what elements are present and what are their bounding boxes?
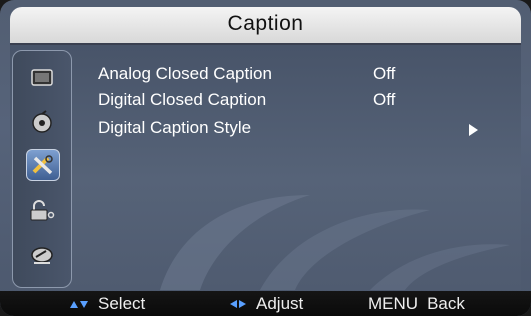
osd-window: Caption Analog Closed Caption Off Digita… bbox=[0, 0, 531, 316]
page-title: Caption bbox=[227, 12, 304, 35]
menu-item-label: Digital Caption Style bbox=[98, 118, 252, 137]
menu-item-label: Analog Closed Caption bbox=[98, 64, 272, 83]
left-right-arrows-icon bbox=[230, 300, 246, 308]
category-sidebar bbox=[12, 50, 72, 288]
adjust-hint: Adjust bbox=[230, 294, 303, 314]
menu-item-digital-closed-caption[interactable]: Digital Closed Caption Off bbox=[98, 90, 488, 114]
up-down-arrows-icon bbox=[70, 300, 88, 308]
menu-item-value: Off bbox=[373, 90, 396, 109]
menu-item-digital-caption-style[interactable]: Digital Caption Style bbox=[98, 118, 488, 142]
picture-icon[interactable] bbox=[26, 63, 58, 93]
title-bar: Caption bbox=[10, 7, 521, 45]
select-label: Select bbox=[98, 294, 146, 313]
channel-antenna-icon[interactable] bbox=[26, 239, 58, 269]
select-hint: Select bbox=[70, 294, 145, 314]
menu-item-label: Digital Closed Caption bbox=[98, 90, 267, 109]
back-hint: MENU Back bbox=[368, 294, 465, 314]
setup-tools-icon[interactable] bbox=[26, 149, 60, 181]
menu-item-value: Off bbox=[373, 64, 396, 83]
sound-icon[interactable] bbox=[26, 107, 58, 137]
back-label: Back bbox=[427, 294, 465, 313]
menu-key-label: MENU bbox=[368, 294, 419, 313]
lock-icon[interactable] bbox=[26, 196, 58, 226]
submenu-arrow-icon bbox=[469, 124, 478, 136]
menu-item-analog-closed-caption[interactable]: Analog Closed Caption Off bbox=[98, 64, 488, 88]
footer-hint-bar: Select Adjust MENU Back bbox=[0, 291, 531, 316]
adjust-label: Adjust bbox=[256, 294, 304, 313]
content-area: Analog Closed Caption Off Digital Closed… bbox=[10, 45, 521, 290]
